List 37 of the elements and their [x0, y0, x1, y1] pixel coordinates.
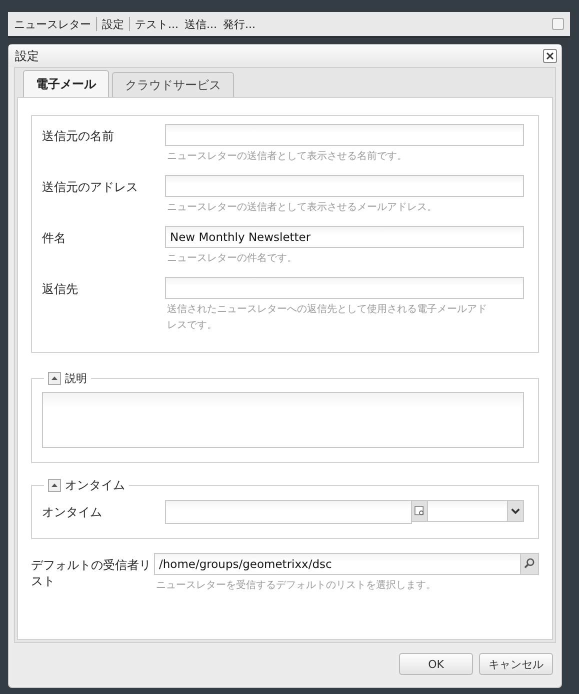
collapse-toggle[interactable] — [48, 372, 61, 385]
dialog-button[interactable]: キャンセル — [479, 653, 553, 675]
toolbar-item[interactable]: 設定 — [102, 16, 124, 32]
toolbar-item[interactable]: 送信... — [184, 16, 217, 32]
caret-icon[interactable] — [508, 500, 524, 522]
field-label: 件名 — [42, 230, 67, 247]
toolbar-item[interactable]: テスト... — [135, 16, 178, 32]
search-icon[interactable] — [521, 553, 539, 575]
collapse-toggle[interactable] — [48, 479, 61, 492]
date-field[interactable] — [165, 500, 412, 524]
input-field[interactable] — [165, 175, 524, 197]
field-label: 返信先 — [42, 281, 79, 298]
input-field[interactable] — [165, 277, 524, 299]
tab[interactable]: クラウドサービス — [112, 72, 234, 97]
toolbar-item[interactable]: ニュースレター — [14, 16, 91, 32]
help-text: 送信されたニュースレターへの返信先として使用される電子メールアドレスです。 — [166, 302, 487, 333]
dialog-button[interactable]: OK — [399, 653, 473, 675]
help-text: ニュースレターを受信するデフォルトのリストを選択します。 — [155, 578, 437, 593]
field-label: デフォルトの受信者リスト — [31, 557, 152, 590]
help-text: ニュースレターの送信者として表示させる名前です。 — [166, 150, 408, 164]
field-label: 送信元の名前 — [42, 128, 115, 145]
path-field[interactable]: /home/groups/geometrixx/dsc — [154, 553, 521, 575]
field-label: オンタイム — [42, 504, 103, 521]
help-text: ニュースレターの件名です。 — [166, 252, 298, 266]
section-legend: 説明 — [65, 371, 87, 386]
input-field[interactable] — [165, 124, 524, 146]
help-text: ニュースレターの送信者として表示させるメールアドレス。 — [166, 200, 438, 215]
tab[interactable]: 電子メール — [23, 70, 109, 97]
calendar-icon[interactable] — [412, 500, 428, 522]
checkbox[interactable] — [552, 18, 564, 30]
description-field[interactable] — [42, 392, 524, 448]
field-label: 送信元のアドレス — [42, 179, 139, 196]
toolbar-item[interactable]: 発行... — [223, 16, 256, 32]
close-icon[interactable] — [543, 49, 557, 63]
input-field[interactable]: New Monthly Newsletter — [165, 226, 524, 248]
dialog-title: 設定 — [15, 48, 40, 64]
section-legend: オンタイム — [65, 477, 125, 494]
